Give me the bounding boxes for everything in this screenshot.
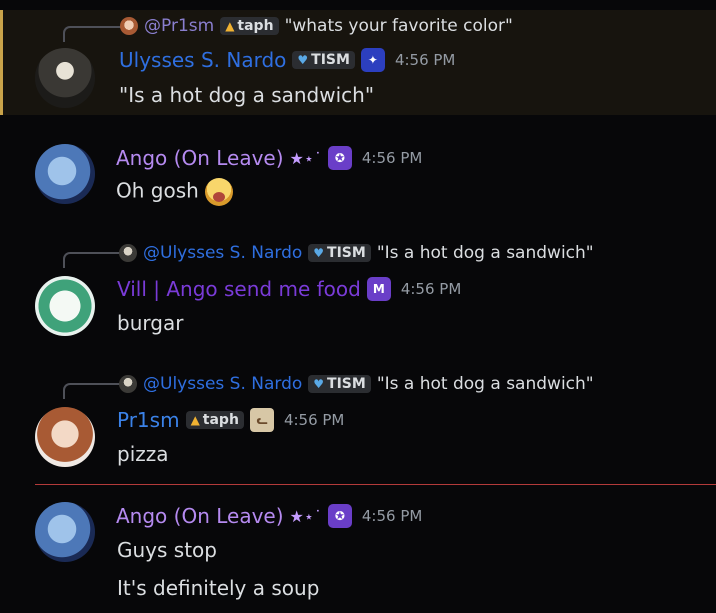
- reply-spine: [63, 383, 121, 399]
- sparkle-icon: ★⋆˙: [289, 506, 322, 526]
- M-badge-icon[interactable]: M: [366, 277, 391, 301]
- message-content-2: It's definitely a soup: [117, 576, 320, 600]
- new-messages-divider: [35, 484, 716, 485]
- reply-username[interactable]: @Ulysses S. Nardo: [143, 374, 302, 394]
- username[interactable]: Ango (On Leave): [116, 146, 284, 170]
- message-header: Ulysses S. Nardo ♥ TISM ✦ 4:56 PM: [119, 48, 455, 72]
- reply-avatar: [119, 244, 137, 262]
- avatar[interactable]: [35, 276, 95, 336]
- shield-badge-icon[interactable]: ✦: [360, 48, 385, 72]
- avatar[interactable]: [35, 407, 95, 467]
- reply-spine: [63, 26, 121, 42]
- timestamp[interactable]: 4:56 PM: [362, 507, 422, 525]
- message-header: Ango (On Leave) ★⋆˙ ✪ 4:56 PM: [116, 504, 422, 528]
- reply-username[interactable]: @Ulysses S. Nardo: [143, 243, 302, 263]
- message-ango-2[interactable]: Ango (On Leave) ★⋆˙ ✪ 4:56 PM Guys stop …: [0, 498, 716, 613]
- medal-badge-icon[interactable]: ✪: [327, 504, 352, 528]
- message-content: Oh gosh: [116, 178, 233, 206]
- reply-text: "whats your favorite color": [284, 16, 513, 36]
- message-header: Pr1sm ▲ taph ᓚ 4:56 PM: [117, 408, 344, 432]
- sparkle-icon: ★⋆˙: [289, 148, 322, 168]
- heart-icon: ♥: [313, 377, 325, 391]
- timestamp[interactable]: 4:56 PM: [284, 411, 344, 429]
- avatar[interactable]: [35, 48, 95, 108]
- reply-preview[interactable]: @Ulysses S. Nardo ♥ TISM "Is a hot dog a …: [119, 242, 594, 264]
- message-content: pizza: [117, 442, 169, 466]
- username[interactable]: Pr1sm: [117, 408, 180, 432]
- reply-preview[interactable]: @Ulysses S. Nardo ♥ TISM "Is a hot dog a …: [119, 373, 594, 395]
- avatar[interactable]: [35, 502, 95, 562]
- message-vill[interactable]: @Ulysses S. Nardo ♥ TISM "Is a hot dog a …: [0, 240, 716, 350]
- server-tag[interactable]: ♥ TISM: [292, 51, 355, 69]
- reply-tag: ♥ TISM: [308, 375, 371, 393]
- message-prism[interactable]: @Ulysses S. Nardo ♥ TISM "Is a hot dog a …: [0, 371, 716, 476]
- reply-spine: [63, 252, 121, 268]
- reply-username[interactable]: @Pr1sm: [144, 16, 214, 36]
- reply-avatar: [119, 375, 137, 393]
- heart-icon: ♥: [297, 53, 309, 67]
- username[interactable]: Ango (On Leave): [116, 504, 284, 528]
- message-content: Guys stop: [117, 538, 217, 562]
- reply-preview[interactable]: @Pr1sm ▲ taph "whats your favorite color": [120, 15, 513, 37]
- message-header: Ango (On Leave) ★⋆˙ ✪ 4:56 PM: [116, 146, 422, 170]
- message-content: "Is a hot dog a sandwich": [119, 83, 375, 107]
- heart-icon: ♥: [313, 246, 325, 260]
- message-ango[interactable]: Ango (On Leave) ★⋆˙ ✪ 4:56 PM Oh gosh: [0, 140, 716, 220]
- avatar[interactable]: [35, 144, 95, 204]
- timestamp[interactable]: 4:56 PM: [395, 51, 455, 69]
- reply-text: "Is a hot dog a sandwich": [376, 243, 594, 263]
- cat-badge-icon[interactable]: ᓚ: [249, 408, 274, 432]
- reply-text: "Is a hot dog a sandwich": [376, 374, 594, 394]
- message-ulysses[interactable]: @Pr1sm ▲ taph "whats your favorite color"…: [0, 10, 716, 115]
- drooling-face-emoji-icon: [204, 178, 233, 206]
- timestamp[interactable]: 4:56 PM: [401, 280, 461, 298]
- timestamp[interactable]: 4:56 PM: [362, 149, 422, 167]
- username[interactable]: Ulysses S. Nardo: [119, 48, 286, 72]
- username[interactable]: Vill | Ango send me food: [117, 277, 361, 301]
- server-tag[interactable]: ▲ taph: [185, 411, 244, 429]
- message-content: burgar: [117, 311, 184, 335]
- medal-badge-icon[interactable]: ✪: [327, 146, 352, 170]
- reply-tag: ▲ taph: [220, 17, 279, 35]
- flame-icon: ▲: [190, 413, 200, 427]
- message-header: Vill | Ango send me food M 4:56 PM: [117, 277, 461, 301]
- reply-avatar: [120, 17, 138, 35]
- flame-icon: ▲: [225, 19, 235, 33]
- reply-tag: ♥ TISM: [308, 244, 371, 262]
